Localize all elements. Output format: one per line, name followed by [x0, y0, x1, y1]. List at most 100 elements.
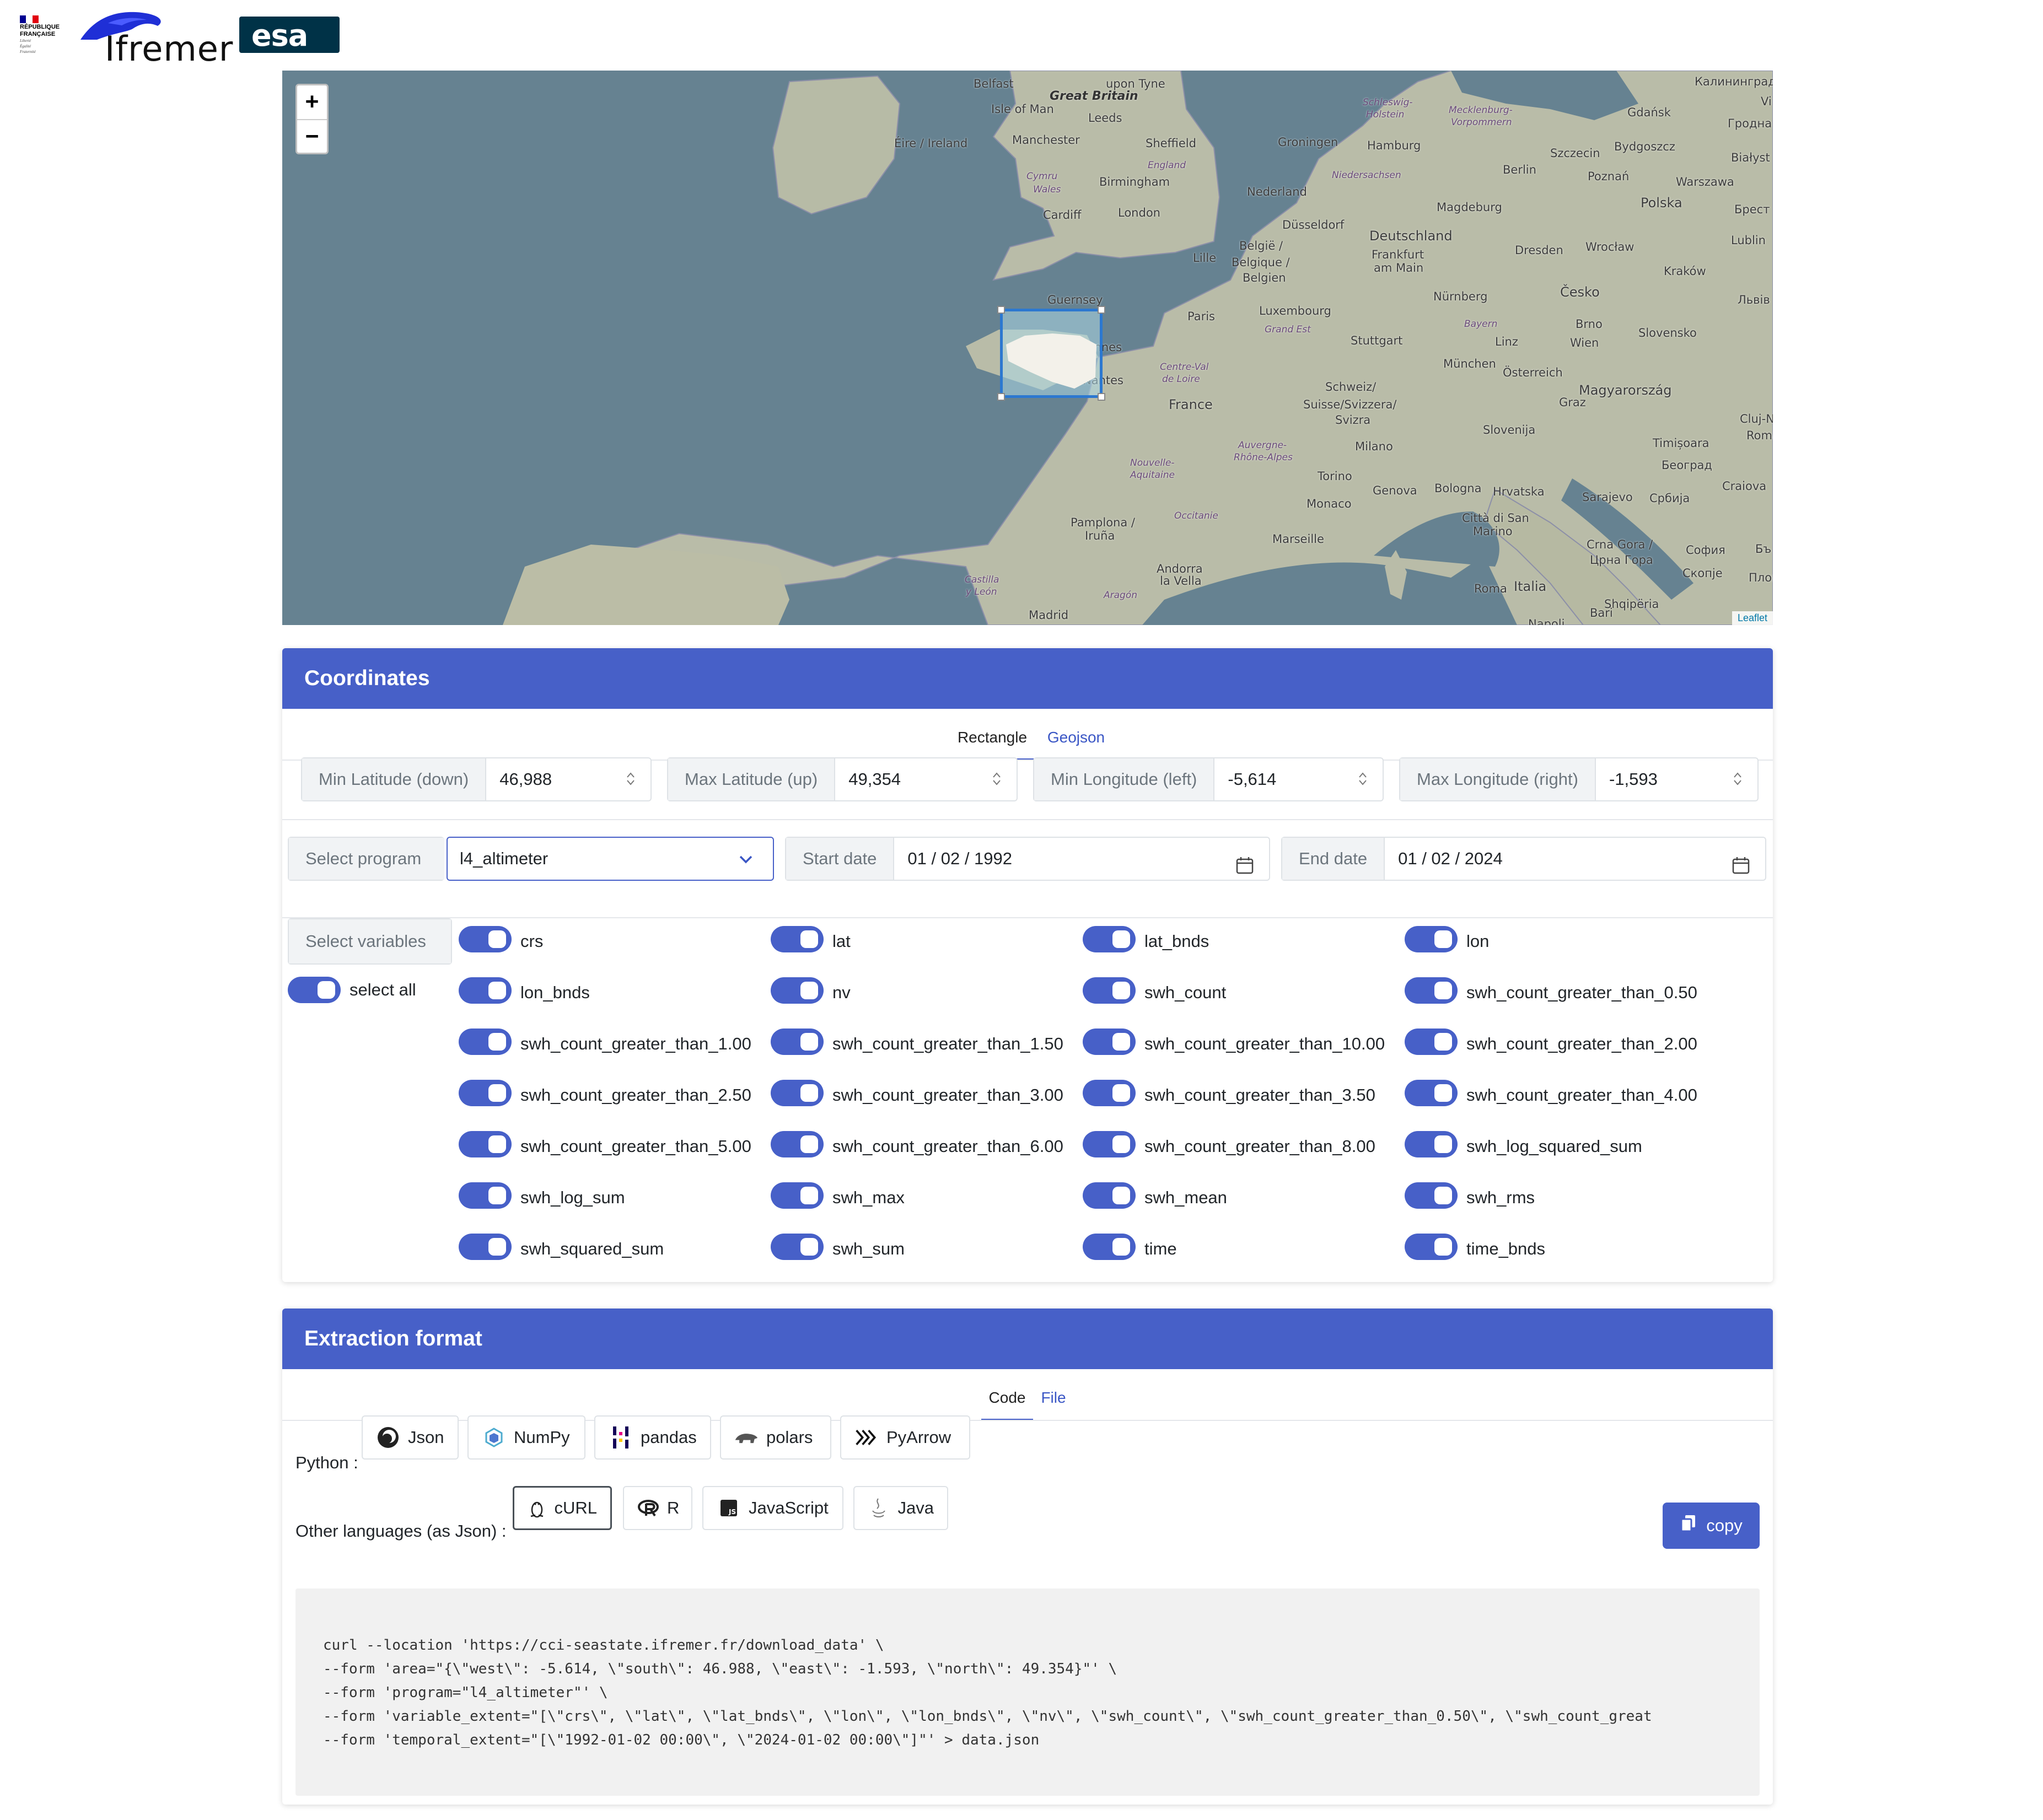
curl-button[interactable]: cURL	[513, 1486, 612, 1530]
zoom-in-button[interactable]: +	[297, 85, 327, 119]
variable-toggle[interactable]	[1405, 1080, 1458, 1106]
max-latitude-label: Max Latitude (up)	[668, 758, 836, 800]
variable-toggle[interactable]	[1405, 1182, 1458, 1209]
calendar-icon[interactable]	[1731, 849, 1751, 891]
map-label: Deutschland	[1369, 228, 1453, 244]
map-label: Birmingham	[1099, 175, 1170, 189]
spinner-icon[interactable]	[1732, 771, 1743, 787]
map-label: y León	[966, 586, 997, 597]
map-label: Црна Гора	[1590, 553, 1653, 567]
variable-toggle[interactable]	[1083, 1029, 1136, 1055]
variable-toggle[interactable]	[1083, 1182, 1136, 1209]
variable-toggle[interactable]	[1083, 1234, 1136, 1260]
map-label: Nederland	[1247, 185, 1307, 198]
max-longitude-input[interactable]: -1,593	[1596, 758, 1757, 800]
json-icon	[376, 1425, 400, 1450]
esa-logo: esa	[239, 17, 340, 53]
java-button[interactable]: Java	[853, 1486, 948, 1530]
tab-file[interactable]: File	[1033, 1377, 1074, 1419]
min-latitude-input[interactable]: 46,988	[486, 758, 650, 800]
tab-code[interactable]: Code	[981, 1377, 1033, 1421]
coordinates-card: Coordinates Rectangle Geojson Min Latitu…	[282, 648, 1773, 1282]
variable-toggle[interactable]	[1405, 1131, 1458, 1157]
variable-toggle[interactable]	[1405, 1234, 1458, 1260]
leaflet-attribution-link[interactable]: Leaflet	[1732, 611, 1773, 625]
selection-rectangle[interactable]	[997, 306, 1105, 401]
map-label: Polska	[1641, 195, 1682, 211]
tab-rectangle[interactable]: Rectangle	[948, 717, 1036, 761]
variable-toggle[interactable]	[1405, 926, 1458, 952]
spinner-icon[interactable]	[1357, 771, 1368, 787]
map-label: am Main	[1374, 261, 1424, 274]
variable-toggle[interactable]	[459, 1131, 512, 1157]
variable-toggle[interactable]	[459, 926, 512, 952]
pyarrow-button[interactable]: PyArrow	[840, 1415, 970, 1460]
map-label: Paris	[1187, 310, 1215, 323]
map-label: Auvergne-	[1238, 440, 1287, 451]
resize-handle-sw[interactable]	[997, 393, 1005, 401]
pandas-button[interactable]: pandas	[594, 1415, 711, 1460]
min-longitude-input[interactable]: -5,614	[1214, 758, 1383, 800]
tab-geojson[interactable]: Geojson	[1037, 717, 1115, 758]
resize-handle-se[interactable]	[1098, 393, 1105, 401]
numpy-button[interactable]: NumPy	[467, 1415, 585, 1460]
polars-button[interactable]: polars	[720, 1415, 831, 1460]
variable-toggle[interactable]	[459, 977, 512, 1004]
variable-toggle[interactable]	[1083, 977, 1136, 1004]
program-select[interactable]: l4_altimeter	[447, 837, 774, 881]
end-date-input[interactable]: 01 / 02 / 2024	[1385, 838, 1765, 880]
variable-toggle[interactable]	[1083, 1131, 1136, 1157]
variable-toggle[interactable]	[459, 1234, 512, 1260]
json-button[interactable]: Json	[362, 1415, 459, 1460]
select-all-label: select all	[350, 980, 416, 999]
r-button[interactable]: R	[623, 1486, 692, 1530]
variable-toggle[interactable]	[1405, 977, 1458, 1004]
variable-toggle[interactable]	[771, 1080, 824, 1106]
resize-handle-ne[interactable]	[1098, 306, 1105, 314]
variable-label: swh_max	[832, 1188, 905, 1207]
variable-label: swh_count_greater_than_0.50	[1466, 983, 1697, 1002]
map-label: Isle of Man	[991, 103, 1054, 116]
variable-toggle[interactable]	[1083, 926, 1136, 952]
zoom-out-button[interactable]: −	[297, 119, 327, 154]
map-label: België /	[1239, 239, 1283, 252]
variable-toggle[interactable]	[1405, 1029, 1458, 1055]
variable-toggle[interactable]	[771, 926, 824, 952]
variable-label: swh_count_greater_than_1.50	[832, 1034, 1063, 1053]
max-latitude-input[interactable]: 49,354	[835, 758, 1017, 800]
select-all-toggle[interactable]	[288, 977, 341, 1003]
variable-toggle[interactable]	[459, 1080, 512, 1106]
variable-toggle[interactable]	[459, 1029, 512, 1055]
map-label: Hrvatska	[1493, 485, 1545, 498]
map-label: Éire / Ireland	[894, 137, 968, 150]
map-label: Гродна	[1728, 117, 1772, 130]
copy-button[interactable]: copy	[1663, 1503, 1760, 1549]
spinner-icon[interactable]	[991, 771, 1002, 787]
map-label: Gdańsk	[1627, 106, 1671, 119]
javascript-button[interactable]: JS JavaScript	[702, 1486, 843, 1530]
code-block[interactable]: curl --location 'https://cci-seastate.if…	[295, 1589, 1760, 1796]
variable-toggle[interactable]	[771, 1182, 824, 1209]
variable-toggle[interactable]	[771, 1234, 824, 1260]
map-label: Guernsey	[1047, 293, 1103, 306]
map-label: England	[1148, 160, 1186, 171]
map-label: Belgique /	[1232, 256, 1290, 269]
map[interactable]: + − Belfast Great Britain upon Tyne Isle…	[282, 71, 1773, 625]
variable-toggle[interactable]	[459, 1182, 512, 1209]
map-label: Magdeburg	[1437, 201, 1502, 214]
calendar-icon[interactable]	[1235, 849, 1255, 891]
extraction-card: Extraction format Code File Python : Jso…	[282, 1309, 1773, 1805]
start-date-input[interactable]: 01 / 02 / 1992	[894, 838, 1269, 880]
map-label: Србија	[1649, 492, 1690, 505]
map-label: Marseille	[1272, 532, 1324, 546]
variable-label: swh_mean	[1144, 1188, 1227, 1207]
pandas-icon	[609, 1424, 633, 1451]
variable-toggle[interactable]	[1083, 1080, 1136, 1106]
variable-toggle[interactable]	[771, 1131, 824, 1157]
variable-toggle[interactable]	[771, 977, 824, 1004]
start-date-group: Start date 01 / 02 / 1992	[785, 837, 1270, 881]
variable-label: lat_bnds	[1144, 931, 1209, 951]
spinner-icon[interactable]	[625, 771, 636, 787]
variable-toggle[interactable]	[771, 1029, 824, 1055]
resize-handle-nw[interactable]	[997, 306, 1005, 314]
